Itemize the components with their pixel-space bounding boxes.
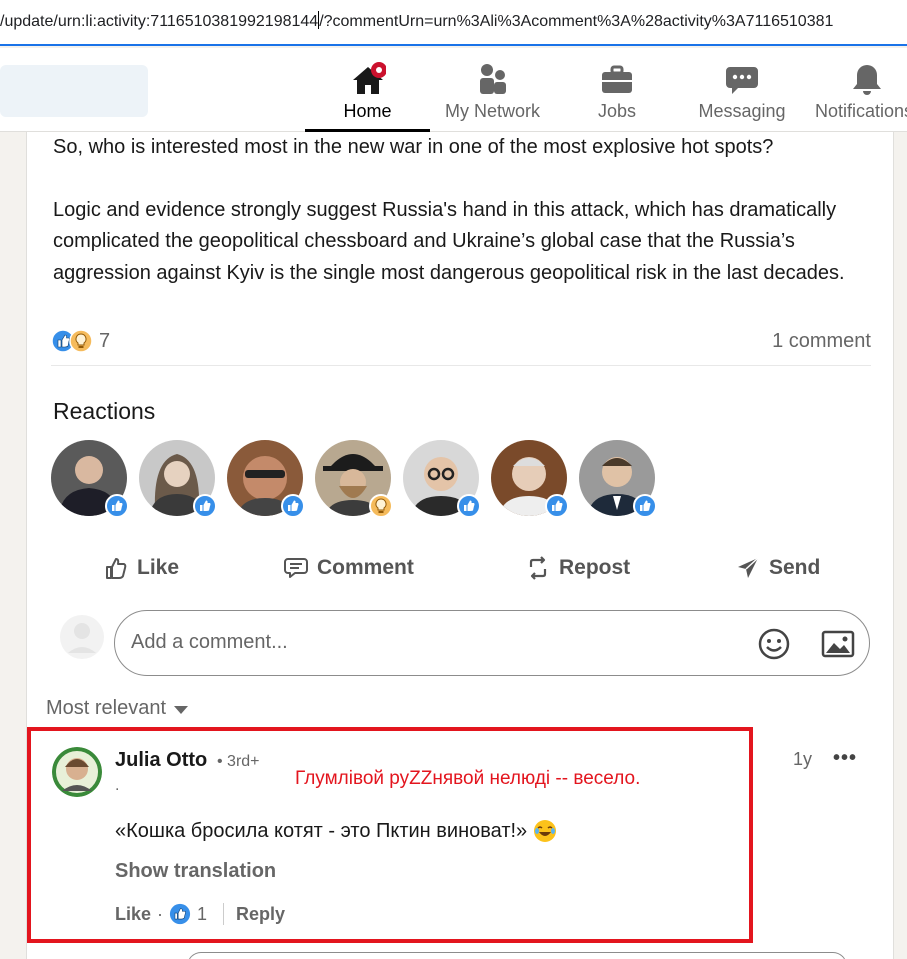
post-actions: Like Comment Repost Send bbox=[51, 550, 871, 586]
nav-my-network[interactable]: My Network bbox=[430, 48, 555, 132]
nav-home-label: Home bbox=[343, 101, 392, 121]
current-user-avatar bbox=[60, 615, 104, 659]
briefcase-icon bbox=[602, 65, 632, 93]
comment-label: Comment bbox=[317, 556, 414, 579]
reaction-icons[interactable] bbox=[51, 329, 95, 353]
bell-icon bbox=[853, 65, 881, 95]
nav-jobs-label: Jobs bbox=[597, 101, 637, 121]
insightful-icon bbox=[369, 494, 393, 518]
more-options-icon[interactable]: ••• bbox=[833, 747, 857, 770]
send-label: Send bbox=[769, 556, 821, 579]
like-button[interactable]: Like bbox=[103, 550, 179, 586]
like-icon bbox=[545, 494, 569, 518]
address-bar[interactable]: /update/urn:li:activity:7116510381992198… bbox=[0, 0, 907, 46]
reactor-avatar[interactable] bbox=[139, 440, 217, 518]
send-icon bbox=[738, 557, 759, 578]
divider bbox=[51, 365, 871, 366]
reply-input-edge[interactable] bbox=[187, 952, 847, 959]
repost-icon bbox=[529, 556, 547, 580]
comment-count-link[interactable]: 1 comment bbox=[772, 330, 871, 353]
search-input[interactable] bbox=[0, 65, 148, 117]
thumbs-up-icon bbox=[106, 558, 127, 579]
comment-timestamp: 1y bbox=[793, 749, 813, 769]
network-icon bbox=[479, 64, 506, 94]
add-comment-placeholder: Add a comment... bbox=[131, 631, 288, 653]
home-icon bbox=[352, 62, 386, 94]
send-button[interactable]: Send bbox=[735, 550, 820, 586]
annotation-text: Глумлівой руZZнявой нелюді -- весело. bbox=[295, 768, 641, 789]
comment-icon bbox=[284, 558, 308, 578]
like-icon bbox=[105, 494, 129, 518]
repost-label: Repost bbox=[559, 556, 631, 579]
like-icon bbox=[633, 494, 657, 518]
like-icon bbox=[457, 494, 481, 518]
nav-jobs[interactable]: Jobs bbox=[565, 48, 669, 132]
reactor-avatar[interactable] bbox=[51, 440, 129, 518]
reactor-avatar[interactable] bbox=[227, 440, 305, 518]
sort-dropdown[interactable]: Most relevant bbox=[46, 697, 189, 720]
nav-my-network-label: My Network bbox=[444, 101, 540, 121]
reactor-avatar[interactable] bbox=[315, 440, 393, 518]
messaging-icon bbox=[726, 67, 758, 94]
nav-messaging[interactable]: Messaging bbox=[690, 48, 794, 132]
reactions-title: Reactions bbox=[53, 398, 156, 424]
emoji-icon[interactable] bbox=[757, 627, 791, 661]
reactor-avatar[interactable] bbox=[403, 440, 481, 518]
like-label: Like bbox=[137, 556, 180, 579]
comment-button[interactable]: Comment bbox=[283, 550, 414, 586]
like-icon bbox=[281, 494, 305, 518]
reaction-count[interactable]: 7 bbox=[99, 330, 110, 353]
post-paragraph: Logic and evidence strongly suggest Russ… bbox=[53, 198, 845, 284]
image-icon[interactable] bbox=[821, 628, 855, 660]
reactor-avatar[interactable] bbox=[491, 440, 569, 518]
add-comment-input[interactable]: Add a comment... bbox=[114, 610, 870, 676]
like-icon bbox=[193, 494, 217, 518]
caret-down-icon bbox=[174, 705, 189, 714]
reactor-avatars bbox=[51, 440, 691, 520]
post-body: So, who is interested most in the new wa… bbox=[53, 132, 873, 320]
top-nav: Home My Network Jobs Messaging Notificat… bbox=[0, 48, 907, 132]
social-counts: 7 1 comment bbox=[51, 327, 871, 357]
nav-notifications-label: Notifications bbox=[815, 101, 907, 121]
text-cursor bbox=[318, 11, 320, 29]
annotation-highlight-box bbox=[27, 727, 753, 943]
sort-label: Most relevant bbox=[46, 697, 167, 719]
nav-home[interactable]: Home bbox=[305, 48, 430, 132]
nav-notifications[interactable]: Notifications bbox=[815, 48, 907, 132]
post-paragraph: So, who is interested most in the new wa… bbox=[53, 136, 774, 158]
repost-button[interactable]: Repost bbox=[525, 550, 630, 586]
url-text[interactable]: /update/urn:li:activity:7116510381992198… bbox=[0, 11, 907, 31]
nav-messaging-label: Messaging bbox=[698, 101, 786, 121]
reactor-avatar[interactable] bbox=[579, 440, 657, 518]
